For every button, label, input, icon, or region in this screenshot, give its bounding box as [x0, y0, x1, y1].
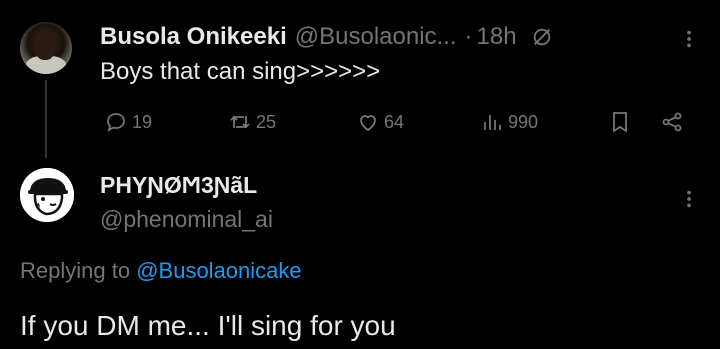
timestamp[interactable]: 18h — [477, 23, 517, 51]
reply-author-name[interactable]: PHYƝØϺ3ƝãL — [100, 172, 257, 199]
like-count: 64 — [384, 111, 405, 132]
heart-icon — [360, 115, 376, 132]
separator-dot: · — [464, 23, 473, 50]
reply-author-handle[interactable]: @phenominal_ai — [100, 206, 273, 233]
views-button[interactable]: 990 — [480, 106, 538, 138]
parent-tweet[interactable]: Busola Onikeeki @Busolaonic... · 18h Boy… — [0, 0, 720, 160]
retweet-count: 25 — [256, 111, 277, 132]
action-bar: 19 25 64 990 — [100, 106, 700, 138]
tweet-text: Boys that can sing>>>>>> — [100, 58, 381, 85]
reply-icon — [107, 113, 125, 132]
reply-count: 19 — [132, 111, 153, 132]
author-name[interactable]: Busola Onikeeki — [100, 23, 287, 51]
retweet-button[interactable]: 25 — [228, 106, 276, 138]
view-count: 990 — [508, 111, 539, 132]
bookmark-button[interactable] — [608, 106, 632, 138]
reply-avatar[interactable] — [20, 168, 74, 222]
views-icon — [484, 115, 501, 130]
reply-more-icon[interactable] — [678, 188, 700, 210]
retweet-icon — [230, 115, 250, 129]
avatar-illustration — [20, 168, 74, 222]
thread-line — [45, 80, 47, 158]
grok-icon[interactable] — [531, 26, 553, 48]
replying-prefix: Replying to — [20, 258, 131, 283]
share-button[interactable] — [660, 106, 684, 138]
reply-button[interactable]: 19 — [104, 106, 152, 138]
bookmark-icon — [613, 112, 627, 133]
avatar-face — [34, 30, 56, 60]
replying-to: Replying to @Busolaonicake — [20, 258, 302, 284]
like-button[interactable]: 64 — [356, 106, 404, 138]
replying-mention[interactable]: @Busolaonicake — [136, 258, 301, 283]
share-icon — [662, 112, 682, 132]
more-icon[interactable] — [678, 28, 700, 50]
tweet-header: Busola Onikeeki @Busolaonic... · 18h — [100, 22, 553, 52]
reply-text: If you DM me... I'll sing for you — [20, 310, 396, 341]
avatar[interactable] — [20, 22, 72, 74]
author-handle[interactable]: @Busolaonic... — [295, 23, 457, 51]
